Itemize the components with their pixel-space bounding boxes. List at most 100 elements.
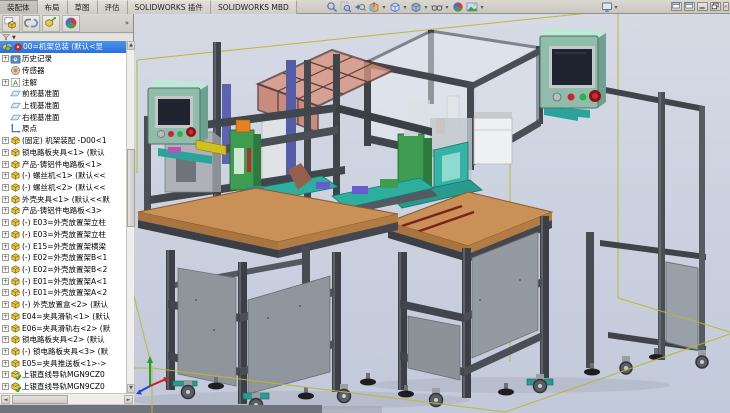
expand-plus-icon[interactable]: +	[2, 266, 9, 273]
restore-button[interactable]	[710, 2, 721, 11]
doc-window-1-button[interactable]	[671, 2, 682, 11]
expand-plus-icon[interactable]: +	[2, 79, 9, 86]
tree-vertical-scrollbar[interactable]: ▲ ▼	[126, 41, 134, 393]
tree-item[interactable]: 前视基准面	[0, 88, 126, 100]
tree-item[interactable]: 原点	[0, 123, 126, 135]
expand-plus-icon[interactable]: +	[2, 137, 9, 144]
tree-item[interactable]: +E05=夹具推送板<1>->	[0, 357, 126, 369]
tree-item[interactable]: +产品-铸铝件电路板<1>	[0, 158, 126, 170]
expand-plus-icon[interactable]: +	[2, 360, 9, 367]
doc-window-2-button[interactable]	[684, 2, 695, 11]
tree-item[interactable]: 上视基准面	[0, 100, 126, 112]
tab-solidworks-addins[interactable]: SOLIDWORKS 插件	[128, 0, 211, 14]
dropdown-caret-icon[interactable]: ▾	[423, 4, 429, 11]
tree-horizontal-scrollbar[interactable]: ◄ ►	[0, 393, 134, 404]
appearances-icon[interactable]	[62, 15, 80, 32]
tree-item[interactable]: +(-) 外壳放置盒<2> (默认	[0, 299, 126, 311]
tree-item[interactable]: +(-) E02=外壳放置架B<1	[0, 252, 126, 264]
tree-item[interactable]: +E06=夹具滑轨右<2> (默	[0, 322, 126, 334]
expand-plus-icon[interactable]: +	[2, 161, 9, 168]
dropdown-caret-icon[interactable]: ▾	[381, 4, 387, 11]
mate-icon[interactable]	[22, 15, 40, 32]
expand-plus-icon[interactable]: +	[2, 149, 9, 156]
expand-plus-icon[interactable]: +	[2, 243, 9, 250]
apply-scene-icon[interactable]	[465, 1, 478, 13]
tree-item[interactable]: +A注解	[0, 76, 126, 88]
tab-sketch[interactable]: 草图	[68, 0, 98, 14]
tree-item[interactable]: + (-) E01=外壳放置架A<1	[0, 275, 126, 287]
expand-plus-icon[interactable]: +	[2, 207, 9, 214]
dropdown-caret-icon[interactable]: ▾	[402, 4, 408, 11]
tab-evaluate[interactable]: 评估	[98, 0, 128, 14]
scroll-down-button[interactable]: ▼	[127, 384, 135, 393]
hide-show-items-icon[interactable]	[430, 1, 443, 13]
tree-item[interactable]: +上银直线导轨MGN9CZ0	[0, 369, 126, 381]
tree-item[interactable]: +(-) E03=外壳放置架立柱	[0, 229, 126, 241]
vscroll-thumb[interactable]	[127, 149, 135, 227]
expand-plus-icon[interactable]: +	[2, 383, 9, 390]
dropdown-caret-icon[interactable]: ▾	[613, 4, 619, 11]
expand-plus-icon[interactable]: +	[2, 348, 9, 355]
dropdown-caret-icon[interactable]: ▾	[444, 4, 450, 11]
expand-plus-icon[interactable]: +	[2, 219, 9, 226]
view-settings-icon[interactable]	[600, 1, 613, 13]
tree-item[interactable]: 00=机架总装 (默认<显	[0, 41, 126, 53]
display-style-icon[interactable]	[409, 1, 422, 13]
assembly-icon	[2, 41, 13, 52]
part-icon	[10, 334, 21, 345]
minimize-button[interactable]	[697, 2, 708, 11]
move-component-icon[interactable]	[42, 15, 60, 32]
expand-plus-icon[interactable]: +	[2, 371, 9, 378]
tree-item[interactable]: 传感器	[0, 64, 126, 76]
toolbar-overflow-chevron[interactable]: »	[125, 19, 129, 27]
feature-tree: 00=机架总装 (默认<显+历史记录传感器+A注解前视基准面上视基准面右视基准面…	[0, 41, 126, 393]
tree-item[interactable]: +产品-铸铝件电路板<3>	[0, 205, 126, 217]
close-button[interactable]	[723, 2, 729, 11]
zoom-fit-icon[interactable]	[325, 1, 338, 13]
expand-plus-icon[interactable]: +	[2, 254, 9, 261]
section-view-icon[interactable]	[367, 1, 380, 13]
expand-plus-icon[interactable]: +	[2, 196, 9, 203]
expand-plus-icon[interactable]: +	[2, 172, 9, 179]
tab-assembly[interactable]: 装配体	[0, 0, 38, 14]
dropdown-caret-icon[interactable]: ▾	[479, 4, 485, 11]
tree-item[interactable]: +外壳夹具<1> (默认<<默	[0, 193, 126, 205]
zoom-area-icon[interactable]	[339, 1, 352, 13]
tree-item-label: 传感器	[22, 65, 45, 76]
expand-plus-icon[interactable]: +	[2, 278, 9, 285]
tree-item[interactable]: +(固定) 机架装配 -D00<1	[0, 135, 126, 147]
expand-plus-icon[interactable]: +	[2, 55, 9, 62]
tab-layout[interactable]: 布局	[38, 0, 68, 14]
tree-item[interactable]: +(-) E15=外壳放置架横梁	[0, 240, 126, 252]
tree-item[interactable]: +(-) 螺丝机<2> (默认<<	[0, 182, 126, 194]
expand-plus-icon[interactable]: +	[2, 289, 9, 296]
tree-item[interactable]: 右视基准面	[0, 111, 126, 123]
edit-appearance-icon[interactable]	[451, 1, 464, 13]
tree-item[interactable]: +锁电路板夹具<2> (默认	[0, 334, 126, 346]
view-orientation-icon[interactable]	[388, 1, 401, 13]
expand-plus-icon[interactable]: +	[2, 313, 9, 320]
tree-item-label: (-) E01=外壳放置架A<1	[22, 276, 107, 287]
scroll-left-button[interactable]: ◄	[1, 395, 10, 404]
tree-item[interactable]: +(-) E02=外壳放置架B<2	[0, 264, 126, 276]
scroll-right-button[interactable]: ►	[124, 395, 133, 404]
previous-view-icon[interactable]	[353, 1, 366, 13]
tree-item[interactable]: +上银直线导轨MGN9CZ0	[0, 381, 126, 393]
expand-plus-icon[interactable]: +	[2, 336, 9, 343]
tree-item-label: 上视基准面	[22, 100, 60, 111]
tree-item[interactable]: +(-) 螺丝机<1> (默认<<	[0, 170, 126, 182]
tree-item[interactable]: +E04=夹具滑轨<1> (默认	[0, 311, 126, 323]
tree-item[interactable]: +历史记录	[0, 53, 126, 65]
insert-components-icon[interactable]	[2, 15, 20, 32]
expand-plus-icon[interactable]: +	[2, 231, 9, 238]
tree-item[interactable]: +(-) E03=外壳放置架立柱	[0, 217, 126, 229]
expand-plus-icon[interactable]: +	[2, 301, 9, 308]
hscroll-thumb[interactable]	[12, 395, 68, 404]
tab-solidworks-mbd[interactable]: SOLIDWORKS MBD	[211, 0, 297, 14]
tree-item[interactable]: +锁电路板夹具<1> (默认	[0, 146, 126, 158]
tree-item[interactable]: +(-) 锁电路板夹具<3> (默	[0, 346, 126, 358]
tree-item[interactable]: +(-) E01=外壳放置架A<2	[0, 287, 126, 299]
expand-plus-icon[interactable]: +	[2, 184, 9, 191]
scroll-up-button[interactable]: ▲	[127, 41, 135, 50]
expand-plus-icon[interactable]: +	[2, 325, 9, 332]
